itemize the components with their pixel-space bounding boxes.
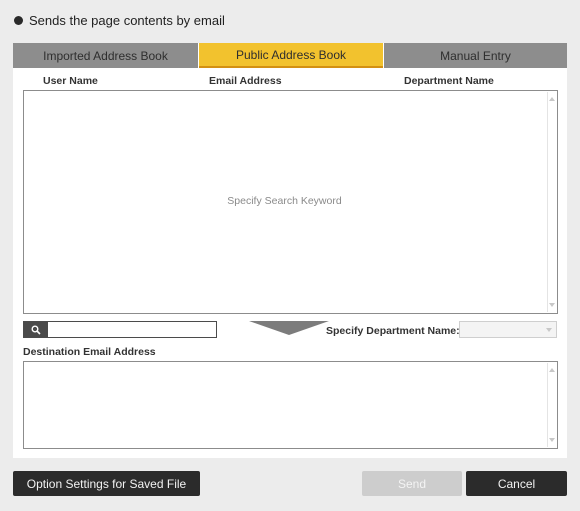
tab-manual-entry[interactable]: Manual Entry — [384, 43, 567, 68]
search-bar — [23, 321, 217, 338]
cancel-button[interactable]: Cancel — [466, 471, 567, 496]
search-button[interactable] — [24, 322, 48, 337]
destination-email-field[interactable] — [23, 361, 558, 449]
address-panel: Imported Address Book Public Address Boo… — [13, 43, 567, 458]
scroll-down-icon[interactable] — [549, 438, 555, 442]
arrow-down-icon — [249, 321, 329, 335]
search-input[interactable] — [48, 322, 216, 337]
column-header-department-name[interactable]: Department Name — [404, 75, 494, 87]
tab-public-address-book[interactable]: Public Address Book — [199, 43, 383, 68]
column-header-email-address[interactable]: Email Address — [209, 75, 282, 87]
tab-bar: Imported Address Book Public Address Boo… — [13, 43, 567, 68]
option-settings-button[interactable]: Option Settings for Saved File — [13, 471, 200, 496]
address-list[interactable]: Specify Search Keyword — [23, 90, 558, 314]
bullet-icon — [14, 15, 23, 25]
send-button[interactable]: Send — [362, 471, 462, 496]
page-header: Sends the page contents by email — [14, 11, 225, 29]
department-select[interactable] — [459, 321, 557, 338]
scroll-down-icon[interactable] — [549, 303, 555, 307]
destination-label: Destination Email Address — [23, 346, 156, 358]
destination-scrollbar[interactable] — [547, 363, 556, 447]
search-icon — [31, 325, 41, 335]
tab-imported-address-book[interactable]: Imported Address Book — [13, 43, 198, 68]
list-scrollbar[interactable] — [547, 92, 556, 312]
scroll-up-icon[interactable] — [549, 368, 555, 372]
department-label: Specify Department Name: — [326, 325, 460, 337]
scroll-up-icon[interactable] — [549, 97, 555, 101]
list-placeholder: Specify Search Keyword — [227, 195, 342, 207]
page-title: Sends the page contents by email — [29, 12, 225, 28]
chevron-down-icon — [546, 328, 552, 332]
column-header-user-name[interactable]: User Name — [43, 75, 98, 87]
